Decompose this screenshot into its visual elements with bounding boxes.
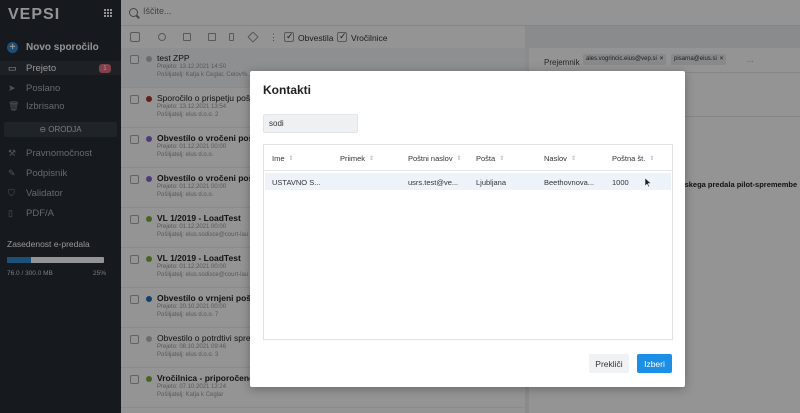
table-row[interactable]: USTAVNO S... usrs.test@ve... Ljubljana B… bbox=[265, 173, 671, 190]
table-header: Ime ⇕ Priimek ⇕ Poštni naslov ⇕ Pošta ⇕ Nasl… bbox=[264, 145, 672, 171]
sort-icon: ⇕ bbox=[649, 156, 655, 162]
cancel-button[interactable]: Prekliči bbox=[589, 354, 629, 373]
mouse-cursor-icon bbox=[645, 178, 651, 187]
column-header-name[interactable]: Ime ⇕ bbox=[272, 154, 294, 163]
contacts-dialog: Kontakti Ime⇕ Priimek⇕ Poštni naslov⇕ Po… bbox=[250, 71, 685, 387]
cell-name: USTAVNO S... bbox=[272, 178, 321, 187]
dialog-title: Kontakti bbox=[263, 83, 311, 97]
column-header-postal-code[interactable]: Poštna št. ⇕ bbox=[612, 154, 654, 163]
cell-postal-code: 1000 bbox=[612, 178, 629, 187]
column-header-postal-address[interactable]: Poštni naslov ⇕ bbox=[408, 154, 462, 163]
select-button[interactable]: Izberi bbox=[637, 354, 672, 373]
cell-post: Ljubljana bbox=[476, 178, 507, 187]
sort-icon: ⇕ bbox=[499, 156, 505, 162]
column-header-post[interactable]: Pošta ⇕ bbox=[476, 154, 504, 163]
cell-postal-address: usrs.test@ve... bbox=[408, 178, 459, 187]
cell-address: Beethovnova... bbox=[544, 178, 595, 187]
sort-icon: ⇕ bbox=[456, 156, 462, 162]
sort-icon: ⇕ bbox=[369, 156, 375, 162]
contacts-filter-input[interactable] bbox=[263, 114, 358, 133]
column-header-address[interactable]: Naslov ⇕ bbox=[544, 154, 576, 163]
contacts-table: Ime ⇕ Priimek ⇕ Poštni naslov ⇕ Pošta ⇕ Nasl… bbox=[263, 144, 673, 340]
sort-icon: ⇕ bbox=[288, 156, 294, 162]
column-header-surname[interactable]: Priimek ⇕ bbox=[340, 154, 374, 163]
sort-icon: ⇕ bbox=[570, 156, 576, 162]
